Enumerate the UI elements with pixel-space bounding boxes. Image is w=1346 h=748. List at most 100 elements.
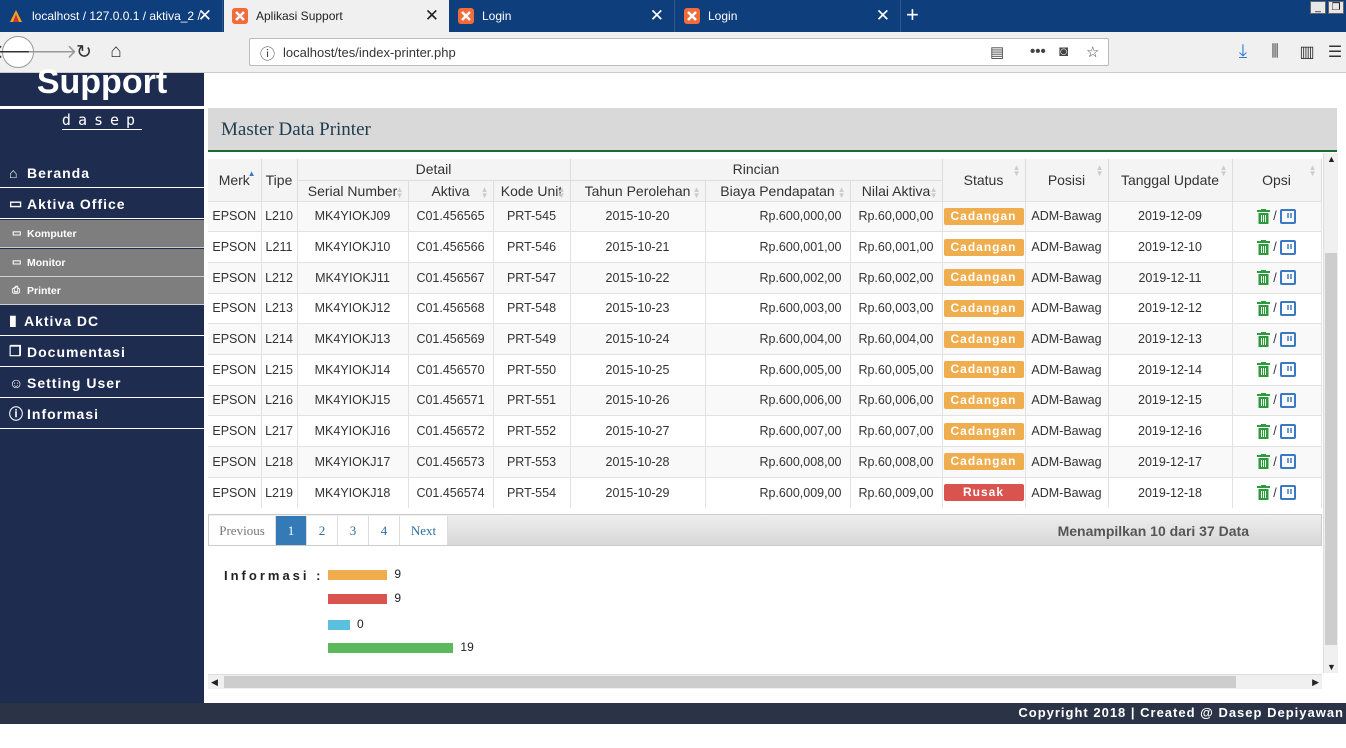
trash-icon[interactable]	[1257, 362, 1271, 378]
edit-icon[interactable]	[1279, 270, 1296, 286]
col-tahun[interactable]: Tahun Perolehan ▲ ▼	[570, 179, 706, 201]
sidebar-item-aktiva-office[interactable]: ▭ Aktiva Office	[0, 189, 204, 219]
url-text[interactable]: localhost/tes/index-printer.php	[283, 45, 456, 60]
laptop-icon: ▭	[12, 228, 22, 239]
bookmark-star-icon[interactable]: ☆	[1086, 43, 1099, 61]
browser-tab[interactable]: Login ✕	[676, 0, 901, 32]
cell-opsi: /	[1232, 261, 1322, 294]
sidebar-item-aktiva-dc[interactable]: ▮ Aktiva DC	[0, 306, 204, 336]
more-actions-icon[interactable]: •••	[1030, 43, 1046, 60]
table-row: EPSON L213 MK4YIOKJ12 C01.456568 PRT-548 2015…	[208, 292, 1322, 324]
edit-icon[interactable]	[1279, 362, 1296, 378]
cell-serial: MK4YIOKJ17	[297, 446, 409, 478]
cell-nilai: Rp.60,008,00	[850, 446, 943, 478]
close-tab-icon[interactable]: ✕	[425, 7, 439, 24]
sidebar-toggle-icon[interactable]: ▥	[1291, 36, 1323, 68]
cell-opsi: /	[1232, 231, 1322, 263]
scroll-right-icon[interactable]: ▶	[1312, 677, 1319, 688]
info-icon[interactable]: ⓘ	[260, 43, 275, 64]
cell-biaya: Rp.600,006,00	[705, 384, 851, 416]
browser-tab[interactable]: localhost / 127.0.0.1 / aktiva_2 / p ✕	[0, 0, 223, 32]
col-biaya[interactable]: Biaya Pendapatan ▲ ▼	[705, 179, 851, 201]
close-tab-icon[interactable]: ✕	[876, 7, 890, 24]
col-tanggal[interactable]: Tanggal Update ▲ ▼	[1108, 159, 1233, 201]
close-tab-icon[interactable]: ✕	[650, 7, 664, 24]
download-icon[interactable]: ⤓	[1227, 36, 1259, 68]
minimize-icon[interactable]: _	[1310, 1, 1326, 14]
library-icon[interactable]: ⫼	[1259, 36, 1291, 68]
sidebar-subitem-komputer[interactable]: ▭ Komputer	[0, 220, 204, 248]
trash-icon[interactable]	[1257, 208, 1271, 224]
trash-icon[interactable]	[1257, 270, 1271, 286]
col-kode[interactable]: Kode Unit ▲ ▼	[493, 179, 571, 201]
info-bar	[328, 570, 388, 580]
col-merk[interactable]: Merk ▲	[208, 159, 262, 201]
row-actions: /	[1233, 454, 1321, 470]
url-bar[interactable]: ⓘ localhost/tes/index-printer.php ▤ ••• …	[249, 38, 1109, 66]
table-row: EPSON L212 MK4YIOKJ11 C01.456567 PRT-547 2015…	[208, 261, 1322, 294]
pagination-page-2[interactable]: 2	[307, 516, 338, 545]
browser-tab-active[interactable]: Aplikasi Support ✕	[224, 0, 449, 32]
trash-icon[interactable]	[1257, 331, 1271, 347]
close-tab-icon[interactable]: ✕	[198, 7, 212, 24]
col-opsi[interactable]: Opsi ▲ ▼	[1232, 159, 1322, 201]
col-aktiva[interactable]: Aktiva ▲ ▼	[408, 179, 494, 201]
pagination-page-4[interactable]: 4	[369, 516, 400, 545]
pagination-page-3[interactable]: 3	[338, 516, 369, 545]
trash-icon[interactable]	[1257, 454, 1271, 470]
trash-icon[interactable]	[1257, 423, 1271, 439]
pocket-icon[interactable]: ◙	[1059, 43, 1068, 60]
trash-icon[interactable]	[1257, 392, 1271, 408]
edit-icon[interactable]	[1279, 331, 1296, 347]
col-nilai[interactable]: Nilai Aktiva ▲ ▼	[850, 179, 943, 201]
scroll-up-icon[interactable]: ▲	[1327, 154, 1336, 164]
brand-subtitle-text: dasep	[61, 111, 143, 130]
col-status[interactable]: Status ▲ ▼	[942, 159, 1026, 201]
edit-icon[interactable]	[1279, 485, 1296, 501]
cell-biaya: Rp.600,002,00	[705, 261, 851, 294]
sidebar-subitem-printer[interactable]: ⎙ Printer	[0, 277, 204, 305]
edit-icon[interactable]	[1279, 208, 1296, 224]
pagination-next[interactable]: Next	[400, 516, 448, 545]
cell-status: Cadangan	[942, 384, 1026, 416]
scroll-left-icon[interactable]: ◀	[211, 677, 218, 688]
restore-icon[interactable]: ❐	[1328, 1, 1344, 14]
browser-tab[interactable]: Login ✕	[450, 0, 675, 32]
sidebar-item-documentasi[interactable]: ❐ Documentasi	[0, 337, 204, 367]
new-tab-button[interactable]: +	[906, 4, 919, 26]
pagination-page-1[interactable]: 1	[276, 516, 307, 545]
cell-aktiva: C01.456571	[408, 384, 494, 416]
col-serial[interactable]: Serial Number ▲ ▼	[297, 179, 409, 201]
sidebar-item-beranda[interactable]: ⌂ Beranda	[0, 158, 204, 188]
trash-icon[interactable]	[1257, 300, 1271, 316]
reader-view-icon[interactable]: ▤	[990, 43, 1004, 61]
scroll-thumb[interactable]	[1325, 253, 1337, 645]
edit-icon[interactable]	[1279, 392, 1296, 408]
table-row: EPSON L219 MK4YIOKJ18 C01.456574 PRT-554 2015…	[208, 476, 1322, 508]
vertical-scrollbar[interactable]: ▲ ▼	[1323, 153, 1338, 673]
edit-icon[interactable]	[1279, 454, 1296, 470]
edit-icon[interactable]	[1279, 239, 1296, 255]
col-posisi[interactable]: Posisi ▲ ▼	[1025, 159, 1109, 201]
brand-subtitle: dasep	[0, 111, 204, 130]
cell-biaya: Rp.600,009,00	[705, 476, 851, 508]
trash-icon[interactable]	[1257, 239, 1271, 255]
horizontal-scrollbar[interactable]: ◀ ▶	[208, 674, 1322, 689]
scroll-thumb[interactable]	[224, 676, 1236, 688]
menu-icon[interactable]: ☰	[1325, 36, 1345, 68]
sidebar-item-setting-user[interactable]: ☺ Setting User	[0, 368, 204, 398]
cell-merk: EPSON	[208, 292, 262, 324]
edit-icon[interactable]	[1279, 423, 1296, 439]
col-tipe[interactable]: Tipe	[261, 159, 298, 201]
trash-icon[interactable]	[1257, 485, 1271, 501]
action-separator: /	[1273, 424, 1277, 439]
cell-tahun: 2015-10-28	[570, 446, 706, 478]
cell-posisi: ADM-Bawag	[1025, 261, 1109, 294]
scroll-down-icon[interactable]: ▼	[1327, 662, 1336, 672]
info-bar	[328, 594, 388, 604]
sidebar-item-informasi[interactable]: ⓘ Informasi	[0, 399, 204, 429]
sidebar-subitem-monitor[interactable]: ▭ Monitor	[0, 249, 204, 277]
edit-icon[interactable]	[1279, 300, 1296, 316]
cell-aktiva: C01.456572	[408, 415, 494, 447]
pagination-previous[interactable]: Previous	[209, 516, 276, 545]
